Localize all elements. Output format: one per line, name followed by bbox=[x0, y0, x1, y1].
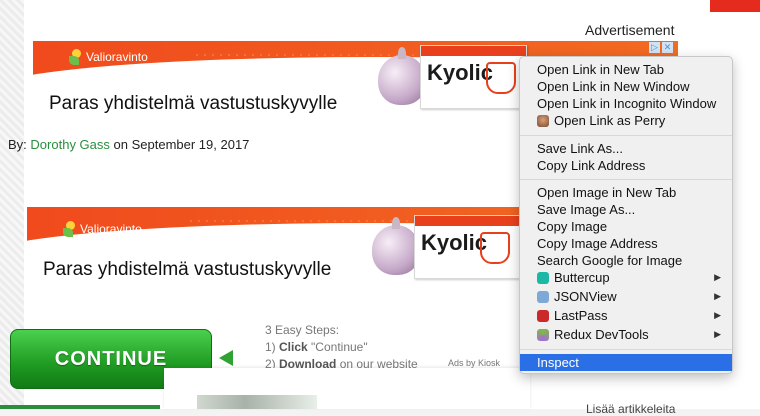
menu-separator bbox=[520, 179, 732, 180]
brand-logo: Valioravinto bbox=[69, 49, 148, 65]
related-articles-heading: Lisää artikkeleita bbox=[586, 402, 676, 416]
context-menu: Open Link in New Tab Open Link in New Wi… bbox=[519, 56, 733, 374]
redux-devtools-icon bbox=[537, 329, 549, 341]
submenu-arrow-icon: ▶ bbox=[714, 310, 721, 320]
steps-heading: 3 Easy Steps: bbox=[265, 323, 340, 337]
lastpass-icon bbox=[537, 310, 549, 322]
menu-separator bbox=[520, 135, 732, 136]
byline-prefix: By: bbox=[8, 137, 27, 152]
menu-ext-redux-devtools[interactable]: Redux DevTools ▶ bbox=[520, 326, 732, 343]
advertisement-label: Advertisement bbox=[585, 22, 675, 38]
garlic-image bbox=[372, 217, 420, 275]
menu-open-image-new-tab[interactable]: Open Image in New Tab bbox=[520, 184, 732, 201]
header-accent bbox=[710, 0, 760, 12]
product-name: Kyolic bbox=[427, 60, 494, 85]
steps-text: 3 Easy Steps: 1) Click "Continue" 2) Dow… bbox=[265, 322, 418, 373]
article-byline: By: Dorothy Gass on September 19, 2017 bbox=[8, 137, 249, 152]
author-link[interactable]: Dorothy Gass bbox=[30, 137, 109, 152]
menu-open-link-incognito[interactable]: Open Link in Incognito Window bbox=[520, 95, 732, 112]
menu-copy-image-address[interactable]: Copy Image Address bbox=[520, 235, 732, 252]
menu-copy-link-address[interactable]: Copy Link Address bbox=[520, 157, 732, 174]
publish-date: on September 19, 2017 bbox=[113, 137, 250, 152]
submenu-arrow-icon: ▶ bbox=[714, 329, 721, 339]
brand-logo: Valioravinto bbox=[63, 221, 142, 237]
menu-separator bbox=[520, 349, 732, 350]
menu-open-link-new-tab[interactable]: Open Link in New Tab bbox=[520, 61, 732, 78]
menu-item-label: Open Link as Perry bbox=[554, 113, 666, 128]
buttercup-icon bbox=[537, 272, 549, 284]
menu-item-label: LastPass bbox=[554, 308, 608, 323]
menu-ext-lastpass[interactable]: LastPass ▶ bbox=[520, 307, 732, 324]
leaf-logo-icon bbox=[63, 221, 77, 237]
product-name: Kyolic bbox=[421, 230, 488, 255]
menu-copy-image[interactable]: Copy Image bbox=[520, 218, 732, 235]
profile-avatar-icon bbox=[537, 115, 549, 127]
leaf-logo-icon bbox=[69, 49, 83, 65]
menu-ext-jsonview[interactable]: JSONView ▶ bbox=[520, 288, 732, 305]
menu-item-label: Buttercup bbox=[554, 270, 610, 285]
menu-save-image-as[interactable]: Save Image As... bbox=[520, 201, 732, 218]
step-1: 1) Click "Continue" bbox=[265, 340, 368, 354]
menu-item-label: JSONView bbox=[554, 289, 617, 304]
ads-by-label[interactable]: Ads by Kiosk bbox=[448, 358, 500, 368]
garlic-image bbox=[378, 47, 426, 105]
menu-item-label: Redux DevTools bbox=[554, 327, 649, 342]
adchoices-icon[interactable]: ▷ ✕ bbox=[649, 42, 673, 53]
menu-inspect[interactable]: Inspect bbox=[520, 354, 732, 371]
ad-headline: Paras yhdistelmä vastustuskyvylle bbox=[43, 259, 332, 280]
menu-search-google-image[interactable]: Search Google for Image bbox=[520, 252, 732, 269]
brand-name: Valioravinto bbox=[86, 50, 148, 64]
menu-open-link-as-perry[interactable]: Open Link as Perry bbox=[520, 112, 732, 129]
product-box-image: Kyolic bbox=[414, 215, 521, 279]
section-divider bbox=[0, 405, 160, 409]
submenu-arrow-icon: ▶ bbox=[714, 291, 721, 301]
arrow-left-icon bbox=[219, 350, 233, 366]
brand-name: Valioravinto bbox=[80, 222, 142, 236]
shield-icon bbox=[486, 62, 516, 94]
thumbnail-image[interactable] bbox=[197, 395, 317, 409]
product-box-image: Kyolic bbox=[420, 45, 527, 109]
shield-icon bbox=[480, 232, 510, 264]
menu-save-link-as[interactable]: Save Link As... bbox=[520, 140, 732, 157]
jsonview-icon bbox=[537, 291, 549, 303]
submenu-arrow-icon: ▶ bbox=[714, 272, 721, 282]
menu-ext-buttercup[interactable]: Buttercup ▶ bbox=[520, 269, 732, 286]
menu-open-link-new-window[interactable]: Open Link in New Window bbox=[520, 78, 732, 95]
ad-headline: Paras yhdistelmä vastustuskyvylle bbox=[49, 93, 338, 113]
